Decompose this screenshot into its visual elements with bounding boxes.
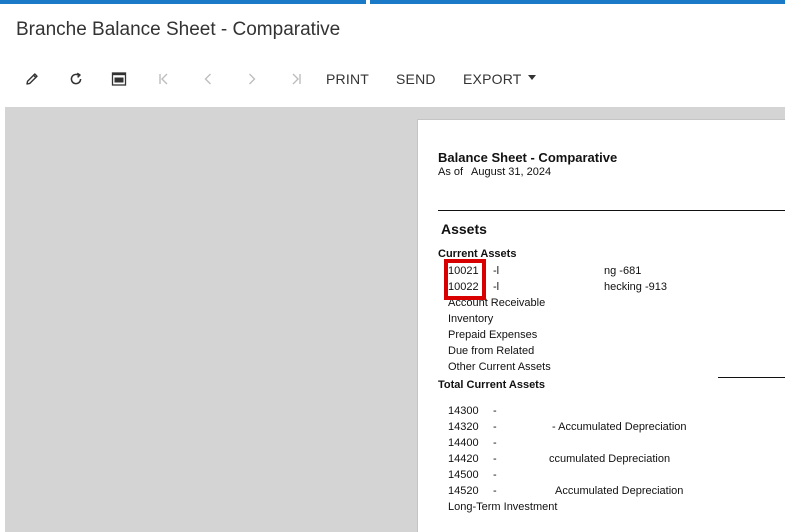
report-title: Balance Sheet - Comparative bbox=[438, 150, 618, 165]
account-dash: - bbox=[493, 421, 497, 433]
refresh-icon bbox=[68, 71, 84, 87]
send-button[interactable]: SEND bbox=[396, 60, 436, 98]
account-code: 14320 bbox=[448, 421, 479, 433]
account-name: ng -681 bbox=[604, 265, 642, 277]
account-dash: - bbox=[493, 485, 497, 497]
account-name: ccumulated Depreciation bbox=[549, 453, 671, 465]
total-current-assets: Total Current Assets bbox=[438, 379, 545, 391]
account-dash: - bbox=[493, 437, 497, 449]
as-of-date: August 31, 2024 bbox=[471, 166, 552, 178]
account-dash: -l bbox=[493, 281, 500, 293]
line-item: Long-Term Investment bbox=[448, 501, 558, 513]
pencil-icon bbox=[24, 71, 40, 87]
print-button[interactable]: PRINT bbox=[326, 60, 369, 98]
account-code: 14420 bbox=[448, 453, 479, 465]
account-code: 14520 bbox=[448, 485, 479, 497]
pdf-icon bbox=[111, 71, 127, 87]
report-viewer[interactable]: Balance Sheet - Comparative As of August… bbox=[5, 107, 785, 532]
last-page-icon bbox=[288, 71, 304, 87]
section-assets: Assets bbox=[441, 221, 487, 237]
next-page-button[interactable] bbox=[240, 60, 264, 98]
send-label: SEND bbox=[396, 71, 436, 87]
print-label: PRINT bbox=[326, 71, 369, 87]
refresh-button[interactable] bbox=[64, 60, 88, 98]
previous-page-icon bbox=[200, 71, 216, 87]
account-dash: - bbox=[493, 453, 497, 465]
account-name: hecking -913 bbox=[604, 281, 667, 293]
account-code: 14400 bbox=[448, 437, 479, 449]
report-page: Balance Sheet - Comparative As of August… bbox=[417, 119, 785, 532]
next-page-icon bbox=[244, 71, 260, 87]
accent-top-bar bbox=[0, 0, 785, 4]
screen-title: Branche Balance Sheet - Comparative bbox=[16, 19, 341, 40]
line-item: Other Current Assets bbox=[448, 361, 551, 373]
as-of-label: As of bbox=[438, 166, 464, 178]
chevron-down-icon bbox=[527, 74, 536, 80]
last-page-button[interactable] bbox=[284, 60, 308, 98]
edit-button[interactable] bbox=[20, 60, 44, 98]
report-toolbar: PRINT SEND EXPORT bbox=[0, 60, 785, 98]
account-dash: - bbox=[493, 405, 497, 417]
account-code: 14300 bbox=[448, 405, 479, 417]
account-name: Accumulated Depreciation bbox=[555, 485, 684, 497]
pdf-button[interactable] bbox=[107, 60, 131, 98]
export-button[interactable]: EXPORT bbox=[463, 60, 536, 98]
previous-page-button[interactable] bbox=[196, 60, 220, 98]
line-item: Prepaid Expenses bbox=[448, 329, 538, 341]
export-label: EXPORT bbox=[463, 71, 522, 87]
subtotal-rule bbox=[718, 377, 785, 378]
highlight-box bbox=[444, 259, 486, 300]
account-dash: - bbox=[493, 469, 497, 481]
account-name: - Accumulated Depreciation bbox=[552, 421, 687, 433]
divider bbox=[438, 210, 785, 211]
line-item: Due from Related bbox=[448, 345, 535, 357]
account-dash: -l bbox=[493, 265, 500, 277]
first-page-button[interactable] bbox=[152, 60, 176, 98]
account-code: 14500 bbox=[448, 469, 479, 481]
line-item: Inventory bbox=[448, 313, 494, 325]
first-page-icon bbox=[156, 71, 172, 87]
